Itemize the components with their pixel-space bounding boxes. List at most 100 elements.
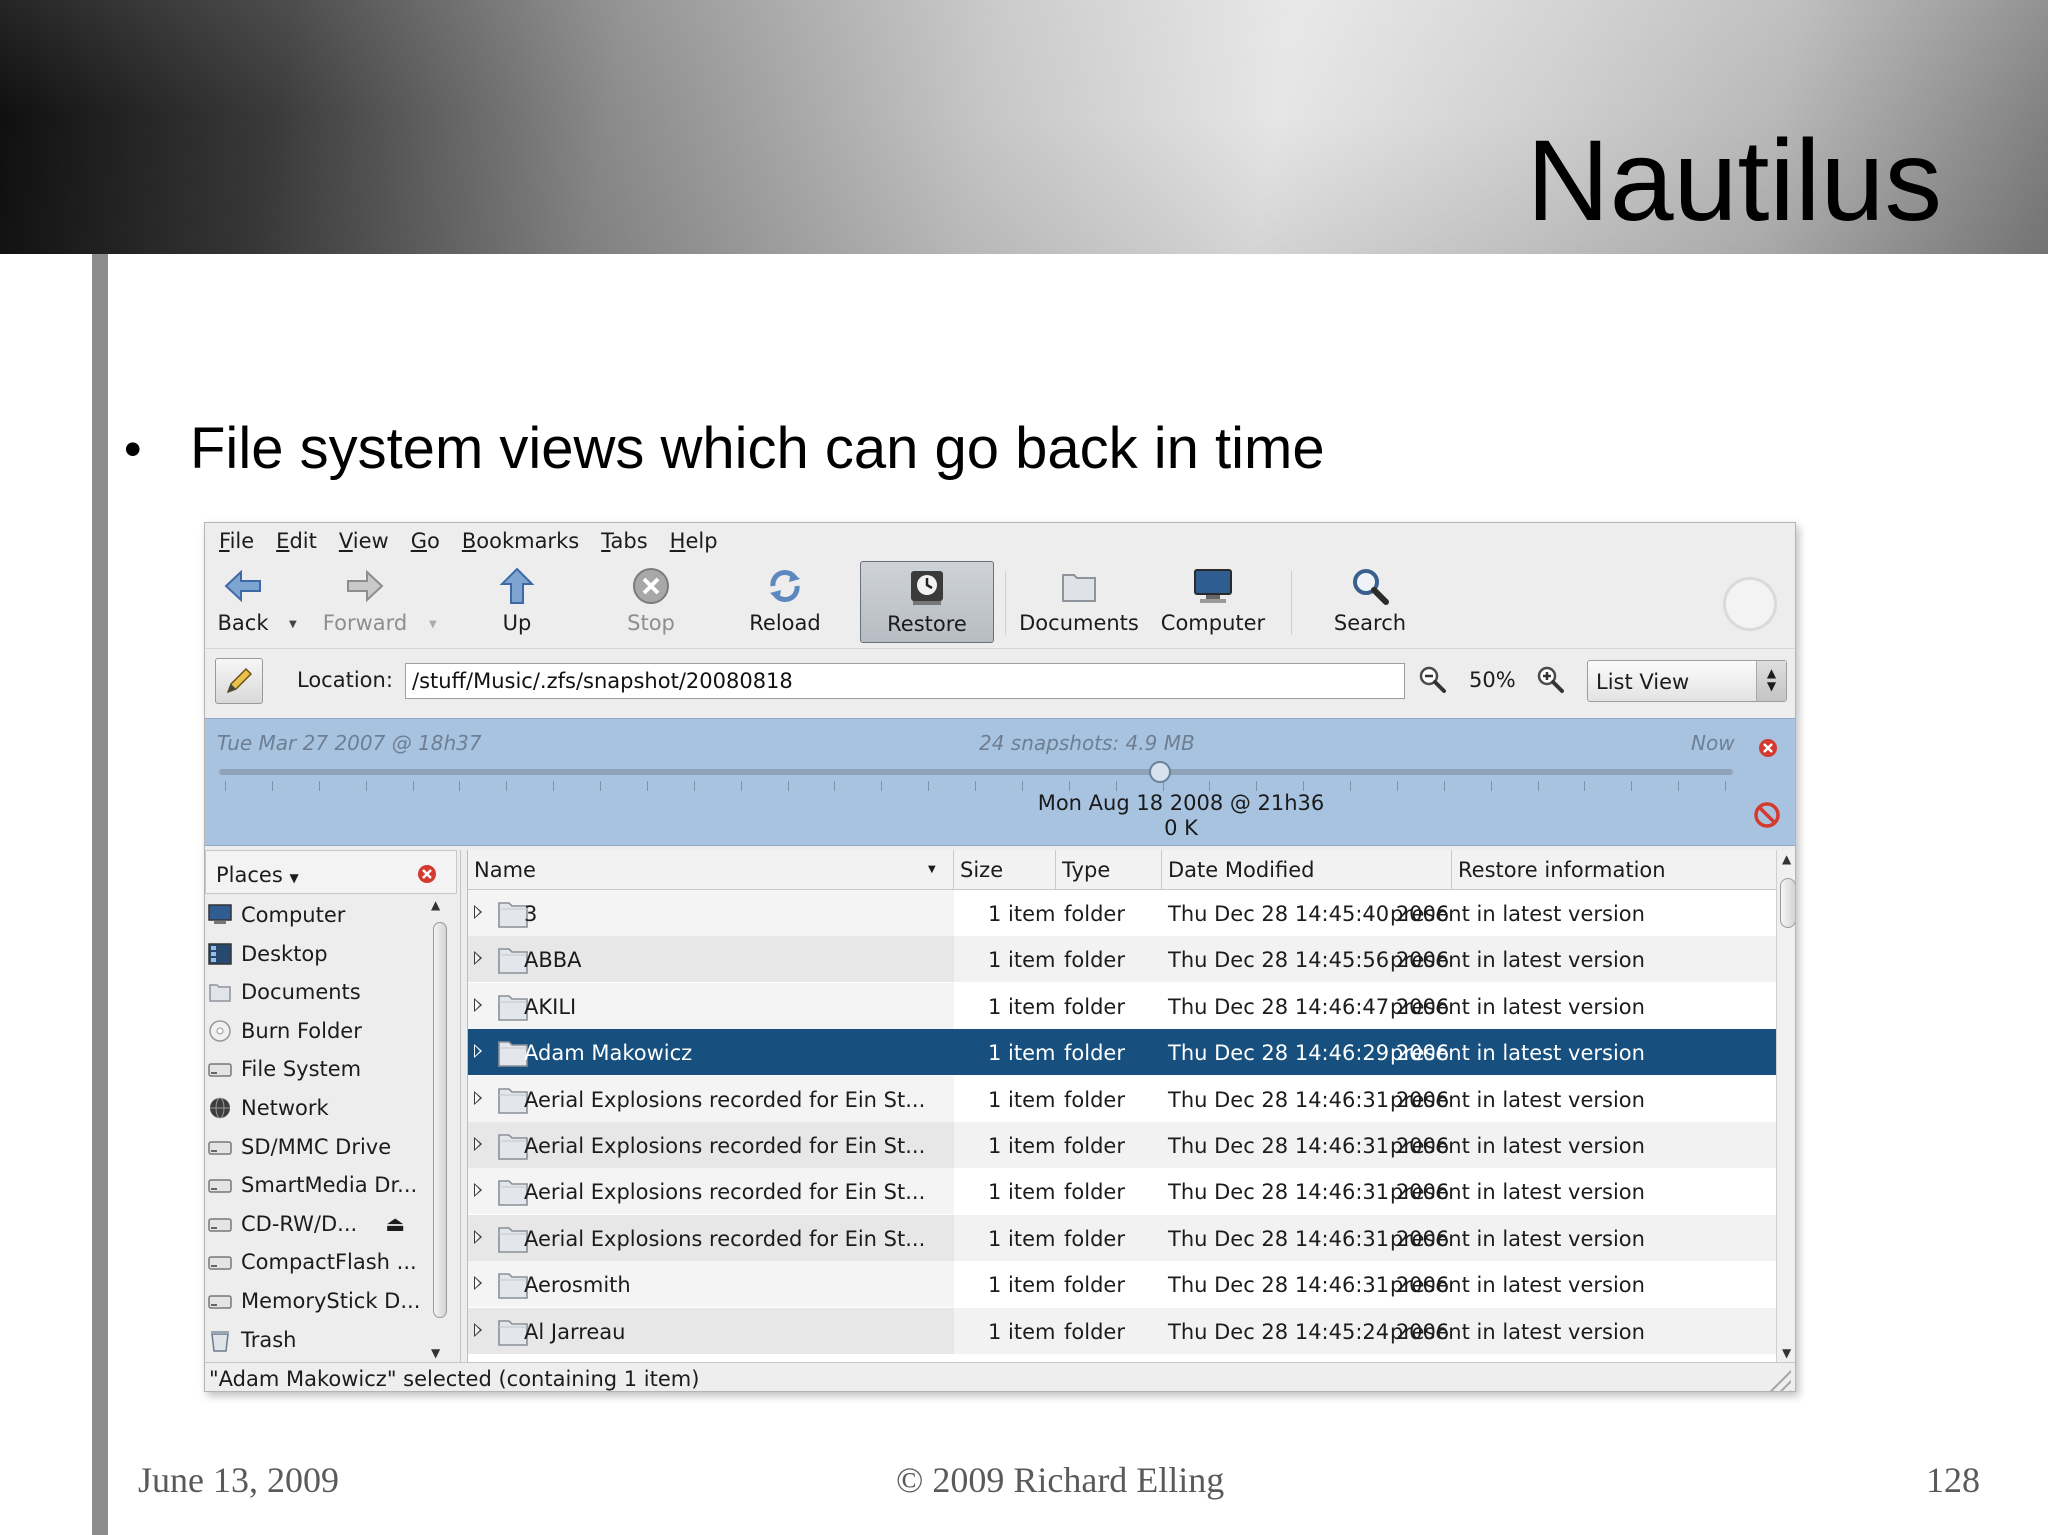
- timeline-slider-handle[interactable]: [1149, 761, 1171, 783]
- expand-arrow-icon[interactable]: [474, 905, 482, 919]
- file-restore-info: present in latest version: [1390, 948, 1645, 973]
- table-row[interactable]: Aerial Explosions recorded for Ein St...…: [468, 1122, 1776, 1168]
- menu-edit[interactable]: Edit: [276, 523, 317, 557]
- documents-button[interactable]: Documents: [1019, 561, 1139, 643]
- timeline-tick: [1303, 781, 1305, 791]
- column-date-modified[interactable]: Date Modified: [1162, 850, 1452, 890]
- scroll-down-arrow-icon[interactable]: ▼: [1782, 1346, 1791, 1360]
- file-type: folder: [1064, 1041, 1125, 1066]
- places-selector[interactable]: Places ▼: [216, 863, 299, 887]
- expand-arrow-icon[interactable]: [474, 951, 482, 966]
- timeline-tick: [1584, 781, 1586, 791]
- close-timeline-icon[interactable]: [1757, 737, 1779, 764]
- table-row[interactable]: Al Jarreau 1 item folder Thu Dec 28 14:45:2…: [468, 1307, 1776, 1354]
- nautilus-window: File Edit View Go Bookmarks Tabs Help Ba…: [204, 522, 1796, 1392]
- sidebar-item-label: SD/MMC Drive: [241, 1134, 392, 1159]
- back-button[interactable]: Back: [211, 561, 275, 643]
- expand-arrow-icon[interactable]: [474, 1276, 482, 1291]
- zoom-out-icon[interactable]: [1417, 664, 1447, 699]
- file-list-scroll-thumb[interactable]: [1780, 878, 1795, 928]
- resize-grip[interactable]: [1767, 1367, 1791, 1391]
- table-row[interactable]: Aerosmith 1 item folder Thu Dec 28 14:46:31…: [468, 1261, 1776, 1308]
- expand-arrow-icon[interactable]: [474, 1183, 482, 1198]
- sidebar-item[interactable]: File System: [207, 1052, 361, 1086]
- sidebar-item[interactable]: SmartMedia Dr...: [207, 1168, 417, 1202]
- timeline-tick: [1209, 781, 1211, 791]
- column-type[interactable]: Type: [1056, 850, 1162, 890]
- computer-label: Computer: [1160, 611, 1266, 635]
- table-row[interactable]: Aerial Explosions recorded for Ein St...…: [468, 1214, 1776, 1261]
- slide-title: Nautilus: [1526, 117, 1942, 245]
- file-name: AKILI: [524, 994, 577, 1019]
- sidebar-item[interactable]: CD-RW/D... ⏏: [207, 1207, 405, 1241]
- sidebar-item[interactable]: SD/MMC Drive: [207, 1130, 391, 1164]
- back-history-arrow-icon[interactable]: ▼: [289, 619, 297, 630]
- stop-button[interactable]: Stop: [619, 561, 683, 643]
- table-row[interactable]: 31 item folder Thu Dec 28 14:45:40 2006 pre…: [468, 890, 1776, 936]
- scroll-up-arrow-icon[interactable]: ▲: [431, 898, 440, 912]
- time-slider-panel: Tue Mar 27 2007 @ 18h37 24 snapshots: 4.…: [205, 718, 1795, 846]
- table-row[interactable]: Aerial Explosions recorded for Ein St...…: [468, 1075, 1776, 1122]
- view-mode-select[interactable]: List View ▲ ▼: [1587, 660, 1787, 702]
- sidebar-item[interactable]: CompactFlash ...: [207, 1245, 417, 1279]
- expand-arrow-icon[interactable]: [474, 1322, 482, 1337]
- sidebar-item-label: CompactFlash ...: [241, 1250, 417, 1275]
- table-row[interactable]: AKILI 1 item folder Thu Dec 28 14:46:47 200…: [468, 982, 1776, 1029]
- timeline-tick: [1631, 781, 1633, 791]
- location-input[interactable]: [405, 663, 1405, 699]
- menu-view[interactable]: View: [339, 523, 389, 557]
- no-entry-icon[interactable]: [1753, 801, 1781, 834]
- menu-bookmarks[interactable]: Bookmarks: [462, 523, 579, 557]
- timeline-track[interactable]: [219, 769, 1733, 775]
- table-row[interactable]: Adam Makowicz 1 item folder Thu Dec 28 14:4…: [468, 1029, 1776, 1076]
- restore-button[interactable]: Restore: [860, 561, 994, 643]
- trash-icon: [207, 1328, 233, 1352]
- file-name: Aerosmith: [524, 1273, 631, 1298]
- toggle-location-edit-button[interactable]: [215, 658, 263, 704]
- timeline-tick: [928, 781, 930, 791]
- sidebar-item-label: Network: [241, 1096, 329, 1120]
- sidebar-item[interactable]: Documents: [207, 975, 361, 1009]
- close-sidebar-icon[interactable]: [416, 863, 438, 890]
- scroll-down-arrow-icon[interactable]: ▼: [431, 1346, 440, 1360]
- table-row[interactable]: ABBA 1 item folder Thu Dec 28 14:45:56 2006…: [468, 936, 1776, 983]
- file-list-scrollbar[interactable]: ▲ ▼: [1776, 850, 1795, 1362]
- sidebar-item[interactable]: Burn Folder: [207, 1014, 362, 1048]
- search-button[interactable]: Search: [1325, 561, 1415, 643]
- sidebar-item[interactable]: MemoryStick D...: [207, 1284, 420, 1318]
- places-scroll-thumb[interactable]: [433, 922, 447, 1318]
- column-name[interactable]: Name ▼: [468, 850, 954, 890]
- column-restore-information[interactable]: Restore information: [1452, 850, 1776, 890]
- expand-arrow-icon[interactable]: [474, 1137, 482, 1151]
- menu-help[interactable]: Help: [670, 523, 718, 557]
- forward-history-arrow-icon[interactable]: ▼: [429, 619, 437, 630]
- sidebar-item-label: Documents: [241, 980, 361, 1005]
- table-row[interactable]: Aerial Explosions recorded for Ein St...…: [468, 1168, 1776, 1215]
- sidebar-item[interactable]: Network: [207, 1091, 329, 1125]
- zoom-level[interactable]: 50%: [1469, 668, 1516, 692]
- file-size: 1 item: [988, 1087, 1056, 1112]
- up-button[interactable]: Up: [485, 561, 549, 643]
- zoom-in-icon[interactable]: [1535, 664, 1565, 699]
- menu-go[interactable]: Go: [411, 523, 440, 557]
- scroll-up-arrow-icon[interactable]: ▲: [1782, 852, 1791, 866]
- expand-arrow-icon[interactable]: [474, 1044, 482, 1059]
- computer-button[interactable]: Computer: [1161, 561, 1265, 643]
- sidebar-item[interactable]: Computer: [207, 898, 345, 932]
- expand-arrow-icon[interactable]: [474, 997, 482, 1012]
- column-headers: Name ▼ Size Type Date Modified Restore in…: [468, 850, 1776, 890]
- menu-file[interactable]: File: [219, 523, 254, 557]
- expand-arrow-icon[interactable]: [474, 1229, 482, 1244]
- expand-arrow-icon[interactable]: [474, 1090, 482, 1105]
- sidebar-item[interactable]: Trash: [207, 1323, 297, 1357]
- menu-tabs[interactable]: Tabs: [601, 523, 648, 557]
- column-size[interactable]: Size: [954, 850, 1056, 890]
- places-scrollbar[interactable]: ▲ ▼: [427, 896, 453, 1362]
- file-size: 1 item: [988, 1319, 1056, 1344]
- file-restore-info: present in latest version: [1390, 1180, 1645, 1205]
- forward-button[interactable]: Forward: [315, 561, 415, 643]
- eject-icon[interactable]: ⏏: [385, 1212, 405, 1236]
- reload-button[interactable]: Reload: [745, 561, 825, 643]
- file-name: Al Jarreau: [524, 1319, 626, 1344]
- sidebar-item[interactable]: Desktop: [207, 937, 328, 971]
